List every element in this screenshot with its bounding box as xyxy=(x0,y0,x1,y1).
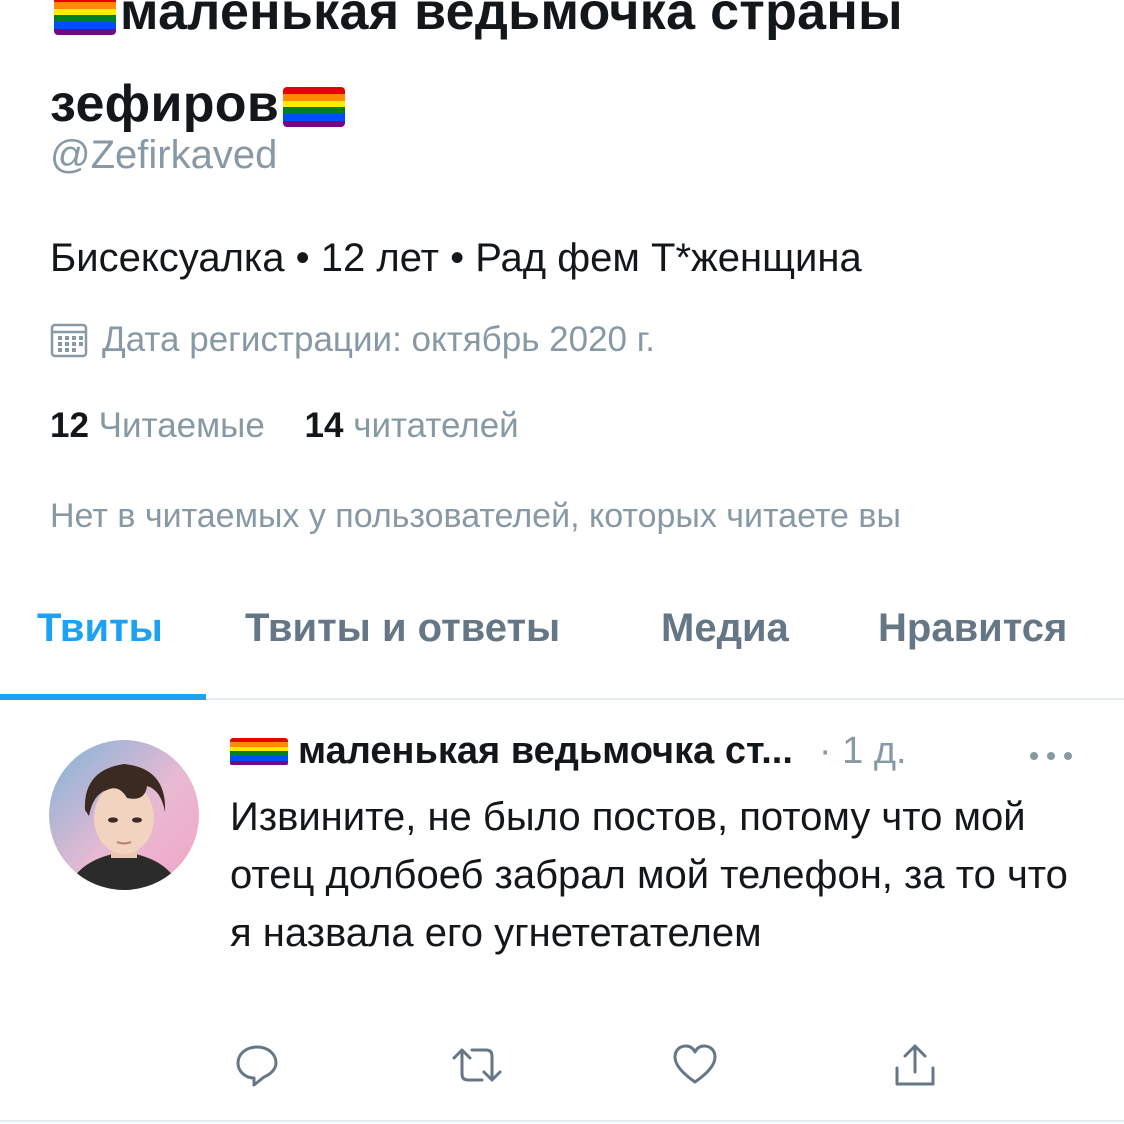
tweet-timestamp[interactable]: · 1 д. xyxy=(819,730,907,773)
tweet-author-name[interactable]: маленькая ведьмочка ст... xyxy=(298,730,793,773)
profile-tabs: Твиты Твиты и ответы Медиа Нравится xyxy=(0,580,1124,700)
followers-label: читателей xyxy=(353,406,519,445)
followers-link[interactable]: 14 читателей xyxy=(305,406,519,445)
tweet-text: Извините, не было постов, потому что мой… xyxy=(230,795,1068,955)
calendar-icon xyxy=(50,323,88,358)
profile-handle: @Zefirkaved xyxy=(50,133,278,177)
more-icon[interactable] xyxy=(1028,750,1074,762)
heart-icon[interactable] xyxy=(672,1042,718,1088)
tab-likes[interactable]: Нравится xyxy=(878,606,1067,651)
rainbow-flag-icon xyxy=(283,87,346,128)
tweet[interactable]: маленькая ведьмочка ст... · 1 д. Извинит… xyxy=(0,700,1124,1124)
tab-tweets-and-replies[interactable]: Твиты и ответы xyxy=(245,606,560,651)
reply-icon[interactable] xyxy=(234,1042,280,1088)
tweet-header: маленькая ведьмочка ст... · 1 д. xyxy=(226,730,907,773)
profile-joined-date: Дата регистрации: октябрь 2020 г. xyxy=(50,320,655,360)
followers-count: 14 xyxy=(304,406,344,445)
divider xyxy=(0,1120,1124,1122)
joined-date-text: Дата регистрации: октябрь 2020 г. xyxy=(102,320,655,359)
tab-media[interactable]: Медиа xyxy=(661,606,789,651)
follow-stats: 12 Читаемые 14 читателей xyxy=(50,406,519,446)
following-count: 12 xyxy=(50,406,89,445)
profile-bio: Бисексуалка • 12 лет • Рад фем Т*женщина xyxy=(50,236,862,280)
display-name-text: маленькая ведьмочка страны зефиров xyxy=(50,0,903,133)
avatar[interactable] xyxy=(49,740,199,890)
retweet-icon[interactable] xyxy=(448,1042,506,1088)
profile-display-name: маленькая ведьмочка страны зефиров xyxy=(50,0,1090,150)
following-link[interactable]: 12 Читаемые xyxy=(50,406,265,445)
tab-tweets[interactable]: Твиты xyxy=(37,606,163,651)
followed-by-note: Нет в читаемых у пользователей, которых … xyxy=(50,497,901,535)
rainbow-flag-icon xyxy=(54,0,116,36)
share-icon[interactable] xyxy=(892,1042,938,1088)
rainbow-flag-icon xyxy=(230,737,288,766)
following-label: Читаемые xyxy=(98,406,265,445)
